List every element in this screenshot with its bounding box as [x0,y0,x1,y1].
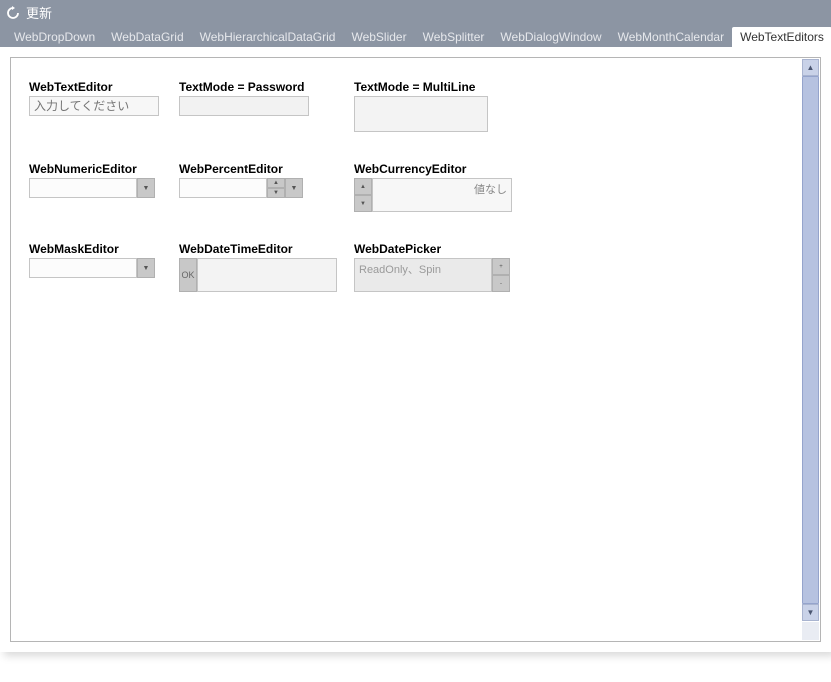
scroll-up-arrow-icon[interactable]: ▲ [802,59,819,76]
input-numeric[interactable] [29,178,137,198]
header-title: 更新 [26,3,52,22]
currency-spin-down[interactable]: ▼ [354,195,372,212]
scroll-corner [802,622,819,640]
tab-strip: WebDropDown WebDataGrid WebHierarchicalD… [0,25,831,47]
input-datetime[interactable] [197,258,337,292]
label-mask: WebMaskEditor [29,242,169,256]
mask-dropdown-button[interactable]: ▼ [137,258,155,278]
tab-webtexteditors[interactable]: WebTextEditors [732,27,831,47]
label-currency: WebCurrencyEditor [354,162,514,176]
main-window: 更新 WebDropDown WebDataGrid WebHierarchic… [0,0,831,652]
content-panel: WebTextEditor TextMode = Password TextMo… [10,57,821,642]
label-datetime: WebDateTimeEditor [179,242,344,256]
refresh-icon[interactable] [6,6,20,20]
field-mask: WebMaskEditor ▼ [29,242,169,278]
input-texteditor[interactable] [29,96,159,116]
tab-webslider[interactable]: WebSlider [343,27,414,47]
tab-webmonthcalendar[interactable]: WebMonthCalendar [610,27,733,47]
numeric-dropdown-button[interactable]: ▼ [137,178,155,198]
content-wrapper: WebTextEditor TextMode = Password TextMo… [0,47,831,652]
field-multiline: TextMode = MultiLine [354,80,514,132]
datepicker-spin-minus[interactable]: - [492,275,510,292]
label-numeric: WebNumericEditor [29,162,169,176]
tab-webdatagrid[interactable]: WebDataGrid [103,27,191,47]
label-multiline: TextMode = MultiLine [354,80,514,94]
header-bar: 更新 [0,0,831,25]
input-password[interactable] [179,96,309,116]
tab-webdropdown[interactable]: WebDropDown [6,27,103,47]
currency-spin-up[interactable]: ▲ [354,178,372,195]
scroll-down-arrow-icon[interactable]: ▼ [802,604,819,621]
field-datepicker: WebDatePicker ReadOnly、Spin + - [354,242,514,292]
input-multiline[interactable] [354,96,488,132]
datetime-ok-button[interactable]: OK [179,258,197,292]
scroll-thumb[interactable] [802,76,819,604]
percent-spin-up[interactable]: ▲ [267,178,285,188]
input-datepicker[interactable]: ReadOnly、Spin [354,258,492,292]
field-currency: WebCurrencyEditor ▲ ▼ 値なし [354,162,514,212]
tab-websplitter[interactable]: WebSplitter [415,27,493,47]
label-datepicker: WebDatePicker [354,242,514,256]
input-currency[interactable]: 値なし [372,178,512,212]
percent-spin-down[interactable]: ▼ [267,188,285,198]
tab-webhierarchicaldatagrid[interactable]: WebHierarchicalDataGrid [192,27,344,47]
field-datetime: WebDateTimeEditor OK [179,242,344,292]
field-texteditor: WebTextEditor [29,80,169,116]
label-texteditor: WebTextEditor [29,80,169,94]
label-password: TextMode = Password [179,80,344,94]
vertical-scrollbar[interactable]: ▲ ▼ [802,59,819,621]
editors-grid: WebTextEditor TextMode = Password TextMo… [11,58,820,314]
field-password: TextMode = Password [179,80,344,116]
scroll-track[interactable] [802,76,819,604]
input-percent[interactable] [179,178,267,198]
input-mask[interactable] [29,258,137,278]
field-percent: WebPercentEditor ▲ ▼ ▼ [179,162,344,198]
percent-dropdown-button[interactable]: ▼ [285,178,303,198]
datepicker-spin-plus[interactable]: + [492,258,510,275]
label-percent: WebPercentEditor [179,162,344,176]
field-numeric: WebNumericEditor ▼ [29,162,169,198]
tab-webdialogwindow[interactable]: WebDialogWindow [492,27,609,47]
